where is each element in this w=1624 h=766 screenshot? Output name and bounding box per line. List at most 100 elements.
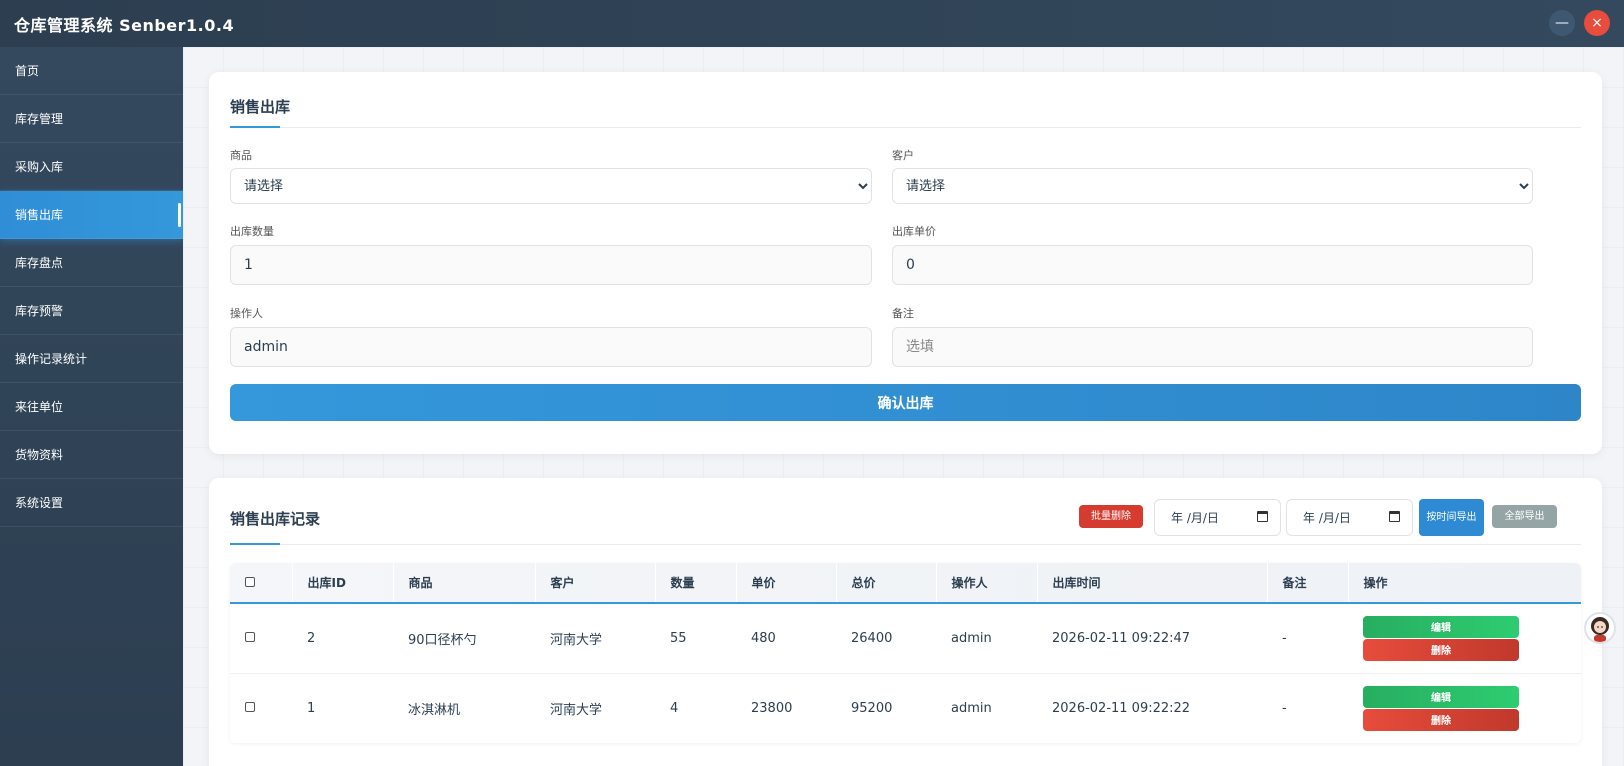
table-header-row: 出库ID 商品 客户 数量 单价 总价 操作人 出库时间 备注 操作 (230, 563, 1581, 603)
row-checkbox[interactable] (245, 631, 255, 642)
sidebar-item-home[interactable]: 首页 (0, 47, 183, 95)
cell-operator: admin (951, 700, 992, 716)
edit-button[interactable]: 编辑 (1363, 685, 1519, 708)
unit-price-label: 出库单价 (892, 225, 936, 238)
sales-out-form-card: 销售出库 商品 请选择 客户 请选择 出库数量 出库单价 操作人 备注 确认出库 (209, 72, 1602, 454)
cell-id: 1 (307, 700, 316, 716)
column-header: 数量 (655, 563, 737, 603)
table-row: 1 冰淇淋机 河南大学 4 23800 95200 admin 2026-02-… (230, 673, 1581, 743)
sidebar-item-label: 首页 (15, 64, 40, 78)
cell-customer: 河南大学 (550, 702, 603, 718)
cell-remark: - (1282, 700, 1287, 716)
cell-product: 冰淇淋机 (408, 702, 461, 718)
sidebar-item-purchase-in[interactable]: 采购入库 (0, 143, 183, 191)
sidebar-item-label: 货物资料 (15, 448, 64, 462)
title-bar: 仓库管理系统 Senber1.0.4 — × (0, 0, 1624, 47)
remark-input[interactable] (892, 327, 1533, 367)
cell-customer: 河南大学 (550, 632, 603, 648)
cell-time: 2026-02-11 09:22:47 (1052, 630, 1191, 646)
column-header: 总价 (836, 563, 937, 603)
column-header: 出库时间 (1037, 563, 1268, 603)
sidebar-item-operation-stats[interactable]: 操作记录统计 (0, 335, 183, 383)
export-all-button[interactable]: 全部导出 (1492, 505, 1557, 528)
cell-actions: 编辑 删除 (1348, 673, 1581, 743)
title-divider (230, 544, 1581, 545)
batch-delete-button[interactable]: 批量删除 (1079, 505, 1143, 528)
column-header: 操作 (1348, 563, 1581, 603)
cell-total: 26400 (851, 630, 893, 646)
delete-button[interactable]: 删除 (1363, 638, 1519, 661)
operator-input[interactable] (230, 327, 872, 367)
cell-total: 95200 (851, 700, 893, 716)
edit-button[interactable]: 编辑 (1363, 615, 1519, 638)
select-all-checkbox[interactable] (245, 576, 255, 587)
title-accent (230, 543, 280, 545)
quantity-input[interactable] (230, 245, 872, 285)
column-header: 操作人 (936, 563, 1038, 603)
title-divider (230, 127, 1581, 128)
sidebar-item-stocktake[interactable]: 库存盘点 (0, 239, 183, 287)
sidebar: 首页 库存管理 采购入库 销售出库 库存盘点 库存预警 操作记录统计 来往单位 … (0, 47, 183, 766)
table-row: 2 90口径杯勺 河南大学 55 480 26400 admin 2026-02… (230, 603, 1581, 673)
cell-remark: - (1282, 630, 1287, 646)
cell-unit-price: 480 (751, 630, 776, 646)
assistant-avatar[interactable] (1584, 612, 1616, 644)
cell-id: 2 (307, 630, 316, 646)
sidebar-item-label: 库存管理 (15, 112, 64, 126)
cell-time: 2026-02-11 09:22:22 (1052, 700, 1191, 716)
sidebar-item-inventory[interactable]: 库存管理 (0, 95, 183, 143)
records-title: 销售出库记录 (230, 510, 321, 528)
cell-actions: 编辑 删除 (1348, 603, 1581, 673)
cell-quantity: 55 (670, 630, 687, 646)
sidebar-item-goods[interactable]: 货物资料 (0, 431, 183, 479)
row-checkbox[interactable] (245, 701, 255, 712)
customer-select[interactable]: 请选择 (892, 168, 1533, 204)
customer-label: 客户 (892, 149, 914, 162)
main-content: 销售出库 商品 请选择 客户 请选择 出库数量 出库单价 操作人 备注 确认出库… (183, 47, 1624, 766)
start-date-input[interactable]: 年 /月/日 (1154, 499, 1281, 536)
records-table: 出库ID 商品 客户 数量 单价 总价 操作人 出库时间 备注 操作 2 90口… (230, 563, 1581, 743)
cell-operator: admin (951, 630, 992, 646)
row-select-cell (230, 603, 292, 673)
minimize-icon: — (1555, 15, 1569, 31)
sidebar-item-label: 操作记录统计 (15, 352, 88, 366)
cell-unit-price: 23800 (751, 700, 793, 716)
sidebar-item-label: 来往单位 (15, 400, 64, 414)
product-label: 商品 (230, 149, 252, 162)
end-date-input[interactable]: 年 /月/日 (1286, 499, 1413, 536)
sidebar-item-label: 采购入库 (15, 160, 64, 174)
unit-price-input[interactable] (892, 245, 1533, 285)
delete-button[interactable]: 删除 (1363, 708, 1519, 731)
end-date-placeholder: 年 /月/日 (1303, 511, 1351, 525)
start-date-placeholder: 年 /月/日 (1171, 511, 1219, 525)
row-select-cell (230, 673, 292, 743)
remark-label: 备注 (892, 307, 914, 320)
column-header: 客户 (535, 563, 656, 603)
select-all-cell (230, 563, 293, 603)
title-accent (230, 126, 280, 128)
close-icon: × (1591, 15, 1603, 31)
confirm-out-button[interactable]: 确认出库 (230, 384, 1581, 421)
sidebar-item-partners[interactable]: 来往单位 (0, 383, 183, 431)
sidebar-item-stock-alert[interactable]: 库存预警 (0, 287, 183, 335)
sidebar-item-label: 系统设置 (15, 496, 64, 510)
minimize-button[interactable]: — (1549, 10, 1575, 36)
calendar-icon[interactable] (1389, 511, 1400, 522)
export-by-time-button[interactable]: 按时间导出 (1419, 499, 1484, 536)
sidebar-item-settings[interactable]: 系统设置 (0, 479, 183, 527)
column-header: 商品 (393, 563, 536, 603)
sidebar-item-label: 销售出库 (15, 208, 64, 222)
calendar-icon[interactable] (1257, 511, 1268, 522)
quantity-label: 出库数量 (230, 225, 274, 238)
sales-out-records-card: 销售出库记录 批量删除 年 /月/日 年 /月/日 按时间导出 全部导出 出库I… (209, 478, 1602, 766)
sidebar-item-label: 库存预警 (15, 304, 64, 318)
form-title: 销售出库 (230, 98, 291, 116)
column-header: 出库ID (292, 563, 394, 603)
sidebar-item-label: 库存盘点 (15, 256, 64, 270)
avatar-icon (1591, 617, 1609, 642)
close-button[interactable]: × (1584, 10, 1610, 36)
cell-product: 90口径杯勺 (408, 632, 477, 648)
product-select[interactable]: 请选择 (230, 168, 872, 204)
sidebar-item-sales-out[interactable]: 销售出库 (0, 191, 183, 239)
column-header: 单价 (736, 563, 837, 603)
